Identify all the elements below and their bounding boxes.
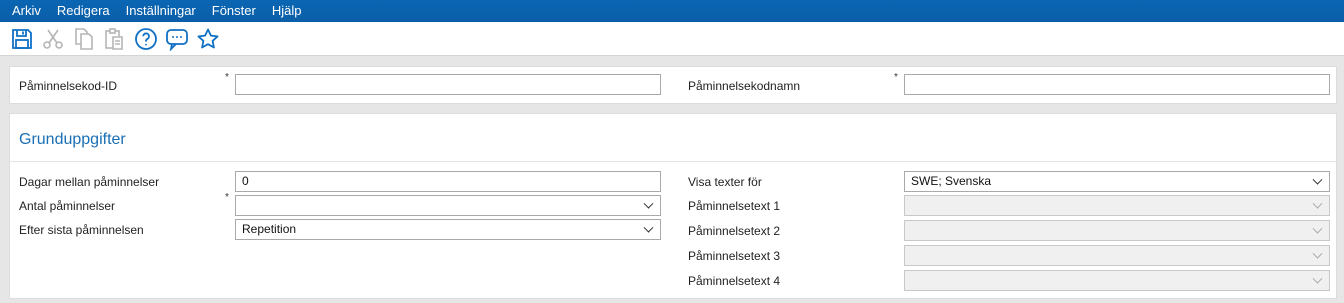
chevron-down-icon <box>1312 198 1323 209</box>
paste-icon <box>104 27 123 50</box>
chat-icon <box>165 28 188 51</box>
id-required-mark: * <box>225 72 229 83</box>
text1-label: Påminnelsetext 1 <box>688 199 781 213</box>
name-input[interactable] <box>904 74 1330 95</box>
menu-installningar[interactable]: Inställningar <box>118 0 204 22</box>
text2-select[interactable] <box>904 220 1330 241</box>
count-select[interactable] <box>235 195 661 216</box>
text2-label: Påminnelsetext 2 <box>688 224 781 238</box>
text4-select[interactable] <box>904 270 1330 291</box>
text3-label: Påminnelsetext 3 <box>688 249 781 263</box>
menu-fonster[interactable]: Fönster <box>204 0 264 22</box>
copy-icon <box>74 27 93 50</box>
copy-button[interactable] <box>68 24 99 54</box>
menu-bar: Arkiv Redigera Inställningar Fönster Hjä… <box>0 0 1344 22</box>
chat-button[interactable] <box>161 24 192 54</box>
days-label: Dagar mellan påminnelser <box>19 175 160 189</box>
after-select[interactable]: Repetition <box>235 219 661 240</box>
cut-icon <box>42 29 63 49</box>
section-title: Grunduppgifter <box>19 131 126 148</box>
chevron-down-icon <box>1312 174 1323 185</box>
favorite-button[interactable] <box>192 24 223 54</box>
toolbar <box>0 22 1344 56</box>
save-button[interactable] <box>6 24 37 54</box>
show-texts-select-value: SWE; Svenska <box>911 174 992 188</box>
after-label: Efter sista påminnelsen <box>19 223 144 237</box>
basic-info-panel: Grunduppgifter Dagar mellan påminnelser … <box>9 113 1337 299</box>
show-texts-select[interactable]: SWE; Svenska <box>904 171 1330 192</box>
show-texts-label: Visa texter för <box>688 175 762 189</box>
chevron-down-icon <box>1312 273 1323 284</box>
cut-button[interactable] <box>37 24 68 54</box>
text1-select[interactable] <box>904 195 1330 216</box>
paste-button[interactable] <box>99 24 130 54</box>
menu-redigera[interactable]: Redigera <box>49 0 118 22</box>
chevron-down-icon <box>643 198 654 209</box>
save-icon <box>11 28 32 49</box>
text4-label: Påminnelsetext 4 <box>688 274 781 288</box>
id-label: Påminnelsekod-ID <box>19 79 118 93</box>
menu-hjalp[interactable]: Hjälp <box>264 0 310 22</box>
chevron-down-icon <box>643 222 654 233</box>
count-required-mark: * <box>225 192 229 203</box>
count-label: Antal påminnelser <box>19 199 116 213</box>
menu-arkiv[interactable]: Arkiv <box>4 0 49 22</box>
chevron-down-icon <box>1312 223 1323 234</box>
help-button[interactable] <box>130 24 161 54</box>
id-input[interactable] <box>235 74 661 95</box>
after-select-value: Repetition <box>242 222 297 236</box>
name-required-mark: * <box>894 72 898 83</box>
section-divider <box>10 161 1336 162</box>
name-label: Påminnelsekodnamn <box>688 79 801 93</box>
text3-select[interactable] <box>904 245 1330 266</box>
days-input[interactable]: 0 <box>235 171 661 192</box>
chevron-down-icon <box>1312 248 1323 259</box>
favorite-icon <box>197 28 218 48</box>
header-panel: Påminnelsekod-ID * Påminnelsekodnamn * <box>9 66 1337 104</box>
help-icon <box>134 27 157 50</box>
